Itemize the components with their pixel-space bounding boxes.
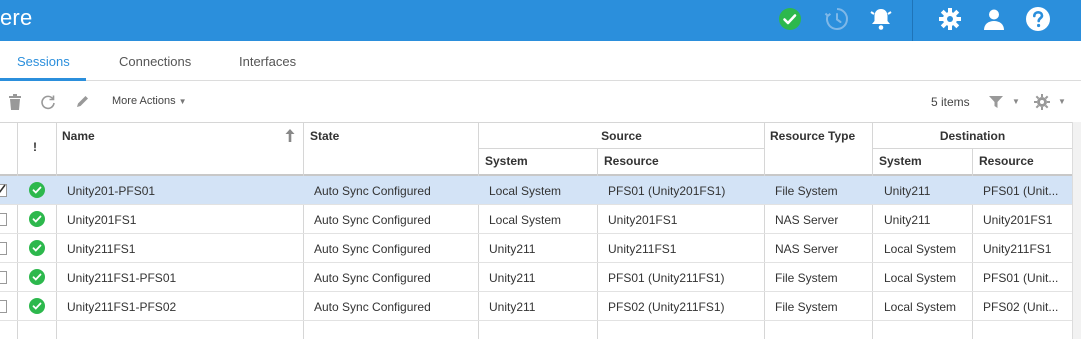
row-source-resource: PFS02 (Unity211FS1): [608, 300, 725, 314]
header-resource-type[interactable]: Resource Type: [770, 129, 855, 143]
settings-chevron-down-icon[interactable]: ▼: [1058, 97, 1066, 106]
table-row[interactable]: Unity201FS1 Auto Sync Configured Local S…: [0, 205, 1072, 234]
tab-bar: Sessions Connections Interfaces: [0, 41, 1081, 81]
row-checkbox[interactable]: [0, 213, 7, 226]
settings-icon[interactable]: [1033, 93, 1051, 111]
status-ok-icon[interactable]: [776, 5, 804, 33]
row-resource-type: File System: [775, 271, 838, 285]
status-ok-icon: [29, 182, 45, 198]
top-bar: ere: [0, 0, 1081, 41]
row-destination-resource: Unity211FS1: [983, 242, 1052, 256]
item-count: 5 items: [931, 95, 970, 109]
active-tab-indicator: [0, 78, 86, 81]
row-destination-system: Local System: [884, 271, 957, 285]
row-destination-resource: Unity201FS1: [983, 213, 1053, 227]
sort-ascending-icon[interactable]: [285, 129, 295, 147]
edit-icon[interactable]: [73, 93, 91, 111]
source-group-border: [479, 148, 764, 149]
row-name: Unity211FS1-PFS02: [67, 300, 177, 314]
trash-icon[interactable]: [6, 93, 24, 111]
row-source-system: Local System: [489, 213, 562, 227]
table-row[interactable]: Unity211FS1 Auto Sync Configured Unity21…: [0, 234, 1072, 263]
tab-connections[interactable]: Connections: [119, 54, 191, 69]
row-state: Auto Sync Configured: [314, 242, 431, 256]
row-state: Auto Sync Configured: [314, 271, 431, 285]
row-resource-type: NAS Server: [775, 242, 839, 256]
row-source-system: Unity211: [489, 300, 536, 314]
header-source: Source: [601, 129, 642, 143]
table-row[interactable]: Unity201-PFS01 Auto Sync Configured Loca…: [0, 176, 1072, 205]
row-checkbox[interactable]: [0, 271, 7, 284]
chevron-down-icon: ▼: [178, 97, 187, 106]
header-source-system[interactable]: System: [485, 154, 528, 168]
row-checkbox[interactable]: [0, 300, 7, 313]
table-row[interactable]: Unity211FS1-PFS01 Auto Sync Configured U…: [0, 263, 1072, 292]
user-icon[interactable]: [980, 5, 1008, 33]
row-resource-type: File System: [775, 184, 838, 198]
header-top-border: [0, 122, 1072, 123]
row-source-system: Unity211: [489, 271, 536, 285]
row-destination-resource: PFS02 (Unit...: [983, 300, 1059, 314]
table-row[interactable]: Unity211FS1-PFS02 Auto Sync Configured U…: [0, 292, 1072, 321]
more-actions-button[interactable]: More Actions ▼: [112, 95, 187, 107]
row-state: Auto Sync Configured: [314, 184, 431, 198]
status-ok-icon: [29, 211, 45, 227]
row-state: Auto Sync Configured: [314, 300, 431, 314]
header-state[interactable]: State: [310, 129, 339, 143]
sessions-table: ! Name State Source System Resource Reso…: [0, 122, 1081, 339]
status-ok-icon: [29, 240, 45, 256]
header-destination-resource[interactable]: Resource: [979, 154, 1034, 168]
gear-icon[interactable]: [936, 5, 964, 33]
status-ok-icon: [29, 269, 45, 285]
header-destination-system[interactable]: System: [879, 154, 922, 168]
header-destination: Destination: [939, 129, 1006, 143]
help-icon[interactable]: [1024, 5, 1052, 33]
toolbar: More Actions ▼ 5 items ▼ ▼: [0, 82, 1081, 122]
tab-sessions[interactable]: Sessions: [17, 54, 70, 69]
row-resource-type: NAS Server: [775, 213, 839, 227]
row-destination-system: Local System: [884, 300, 957, 314]
row-destination-system: Unity211: [884, 213, 931, 227]
filter-chevron-down-icon[interactable]: ▼: [1012, 97, 1020, 106]
row-checkbox[interactable]: [0, 184, 7, 197]
row-destination-system: Local System: [884, 242, 957, 256]
status-ok-icon: [29, 298, 45, 314]
row-source-resource: PFS01 (Unity211FS1): [608, 271, 725, 285]
row-state: Auto Sync Configured: [314, 213, 431, 227]
row-source-resource: Unity211FS1: [608, 242, 677, 256]
app-window: ere Sessions Connections Interfaces More…: [0, 0, 1081, 339]
row-destination-resource: PFS01 (Unit...: [983, 184, 1059, 198]
tab-interfaces[interactable]: Interfaces: [239, 54, 296, 69]
vertical-scrollbar[interactable]: [1072, 122, 1081, 339]
row-name: Unity201FS1: [67, 213, 137, 227]
history-icon[interactable]: [823, 5, 851, 33]
refresh-icon[interactable]: [39, 93, 57, 111]
row-source-resource: PFS01 (Unity201FS1): [608, 184, 726, 198]
header-status[interactable]: !: [33, 140, 37, 154]
header-divider: [912, 0, 913, 41]
row-resource-type: File System: [775, 300, 838, 314]
bell-icon[interactable]: [867, 5, 895, 33]
filter-icon[interactable]: [987, 93, 1005, 111]
row-destination-resource: PFS01 (Unit...: [983, 271, 1059, 285]
row-destination-system: Unity211: [884, 184, 931, 198]
row-source-system: Local System: [489, 184, 562, 198]
page-title: ere: [0, 5, 33, 30]
row-source-system: Unity211: [489, 242, 536, 256]
more-actions-label: More Actions: [112, 95, 176, 107]
header-source-resource[interactable]: Resource: [604, 154, 659, 168]
row-checkbox[interactable]: [0, 242, 7, 255]
row-name: Unity211FS1: [67, 242, 136, 256]
row-name: Unity201-PFS01: [67, 184, 156, 198]
row-name: Unity211FS1-PFS01: [67, 271, 177, 285]
row-source-resource: Unity201FS1: [608, 213, 678, 227]
header-name[interactable]: Name: [62, 129, 95, 143]
